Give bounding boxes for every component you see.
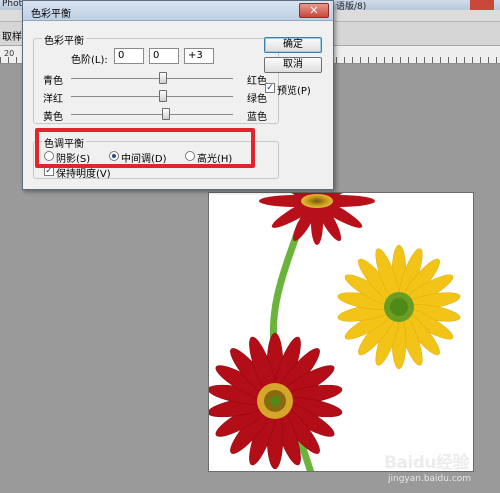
watermark-url: jingyan.baidu.com xyxy=(388,474,472,484)
slider-thumb-magenta-green[interactable] xyxy=(159,90,167,102)
slider-label-red: 红色 xyxy=(247,76,267,87)
dialog-title: 色彩平衡 xyxy=(31,9,71,20)
slider-track-cyan-red[interactable] xyxy=(71,78,233,79)
levels-label: 色阶(L): xyxy=(71,55,108,66)
preview-checkbox[interactable]: ✓ xyxy=(265,83,275,93)
dialog-close-button[interactable]: ✕ xyxy=(299,3,329,18)
slider-label-magenta: 洋红 xyxy=(43,94,63,105)
slider-thumb-cyan-red[interactable] xyxy=(159,72,167,84)
level-input-yellow-blue[interactable]: +3 xyxy=(184,48,214,64)
cancel-button[interactable]: 取消 xyxy=(264,57,322,73)
color-balance-legend: 色彩平衡 xyxy=(42,32,86,47)
level-input-cyan-red[interactable]: 0 xyxy=(114,48,144,64)
slider-label-cyan: 青色 xyxy=(43,76,63,87)
slider-track-yellow-blue[interactable] xyxy=(71,114,233,115)
flowers-image xyxy=(209,193,461,471)
document-image xyxy=(208,192,474,472)
ok-button[interactable]: 确定 xyxy=(264,37,322,53)
slider-label-yellow: 黄色 xyxy=(43,112,63,123)
preview-label[interactable]: 预览(P) xyxy=(277,82,311,97)
baidu-watermark: Baidu经验 jingyan.baidu.com xyxy=(384,448,494,488)
ruler-number: 20 xyxy=(4,49,15,58)
red-highlight-box xyxy=(35,128,255,168)
slider-row-yellow-blue: 黄色 蓝色 xyxy=(43,107,267,123)
slider-track-magenta-green[interactable] xyxy=(71,96,233,97)
dialog-title-bar[interactable]: 色彩平衡 ✕ xyxy=(23,1,333,21)
watermark-logo: Baidu经验 xyxy=(384,453,470,473)
slider-label-green: 绿色 xyxy=(247,94,267,105)
slider-row-magenta-green: 洋红 绿色 xyxy=(43,89,267,105)
app-close-button[interactable] xyxy=(470,0,494,10)
slider-thumb-yellow-blue[interactable] xyxy=(162,108,170,120)
level-input-magenta-green[interactable]: 0 xyxy=(149,48,179,64)
slider-label-blue: 蓝色 xyxy=(247,112,267,123)
slider-row-cyan-red: 青色 红色 xyxy=(43,71,267,87)
